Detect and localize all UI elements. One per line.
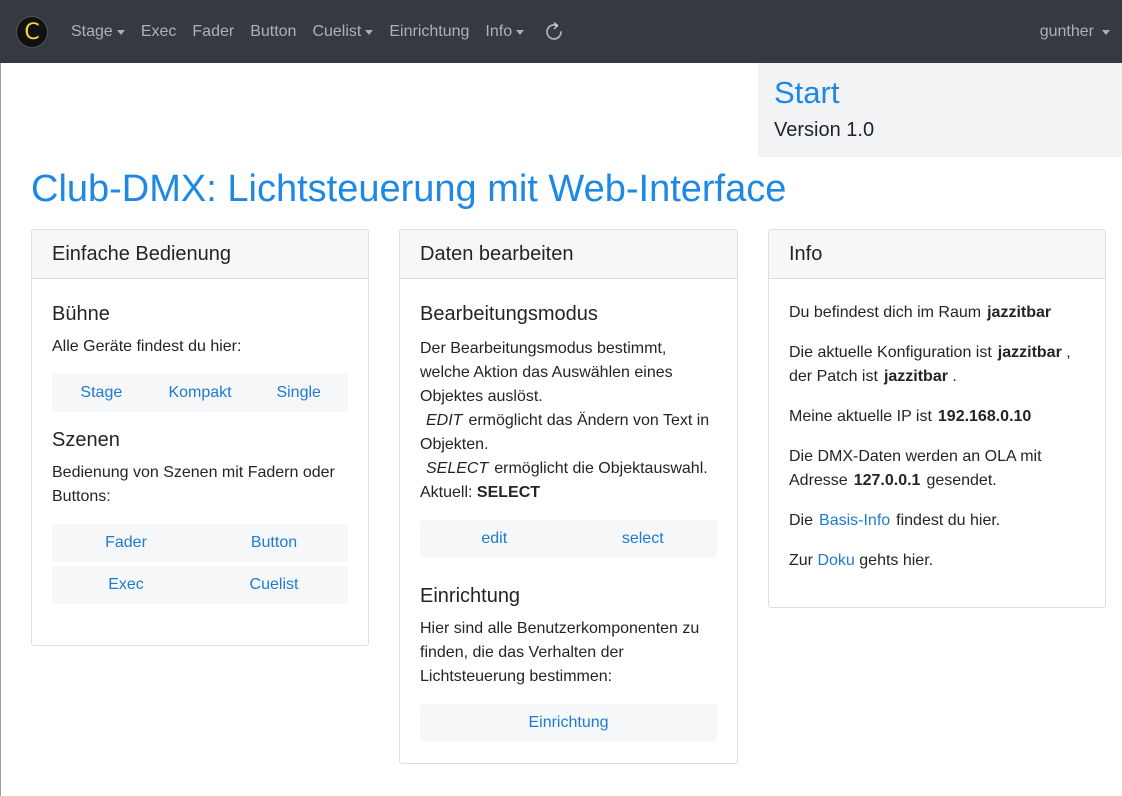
room-info: Du befindest dich im Raum jazzitbar xyxy=(789,301,1085,325)
scenes-text: Bedienung von Szenen mit Fadern oder But… xyxy=(52,464,335,505)
doku-line: Zur Doku gehts hier. xyxy=(789,549,1085,573)
top-navbar: C Stage Exec Fader Button Cuelist Einric… xyxy=(0,0,1122,63)
exec-link[interactable]: Exec xyxy=(52,573,200,597)
mode-text: Der Bearbeitungsmodus bestimmt, welche A… xyxy=(420,340,673,405)
caret-down-icon xyxy=(1102,30,1110,35)
jumbotron-title: Start xyxy=(774,75,840,110)
current-mode-value: SELECT xyxy=(476,484,541,501)
window-left-border xyxy=(0,63,1,796)
nav-item-stage[interactable]: Stage xyxy=(63,0,133,63)
edit-mode-button[interactable]: edit xyxy=(420,527,569,551)
nav-label: Button xyxy=(250,22,297,40)
mode-button-group: edit select xyxy=(420,520,717,558)
nav-item-cuelist[interactable]: Cuelist xyxy=(304,0,381,63)
nav-item-info[interactable]: Info xyxy=(477,0,532,63)
refresh-icon[interactable] xyxy=(532,0,576,63)
nav-label: Exec xyxy=(140,22,177,40)
single-link[interactable]: Single xyxy=(249,381,348,405)
start-jumbotron: Start Version 1.0 xyxy=(758,63,1122,157)
stage-button-group: Stage Kompakt Single xyxy=(52,374,348,412)
card-header: Einfache Bedienung xyxy=(32,230,368,279)
caret-down-icon xyxy=(365,30,374,35)
select-description: ermöglicht die Objektauswahl. xyxy=(494,460,708,477)
setup-button-group: Einrichtung xyxy=(420,704,717,742)
ip-info: Meine aktuelle IP ist 192.168.0.10 xyxy=(789,405,1085,429)
page-title: Club-DMX: Lichtsteuerung mit Web-Interfa… xyxy=(31,168,787,210)
version-text: Version 1.0 xyxy=(774,119,875,141)
scenes-heading: Szenen xyxy=(52,429,120,451)
edit-mode-heading: Bearbeitungsmodus xyxy=(420,303,598,325)
stage-heading: Bühne xyxy=(52,303,110,325)
brand-logo[interactable]: C xyxy=(16,16,48,48)
scene-button-group: Exec Cuelist xyxy=(52,566,348,604)
card-info: Info Du befindest dich im Raum jazzitbar … xyxy=(768,229,1106,608)
select-mode-button[interactable]: select xyxy=(569,527,718,551)
dmx-value: 127.0.0.1 xyxy=(853,472,921,489)
stage-link[interactable]: Stage xyxy=(52,381,151,405)
room-label: Du befindest dich im Raum xyxy=(789,304,982,321)
card-header: Info xyxy=(769,230,1105,279)
basis-info-line: Die Basis-Info findest du hier. xyxy=(789,509,1085,533)
user-name: gunther xyxy=(1039,22,1094,40)
nav-item-button[interactable]: Button xyxy=(242,0,304,63)
doku-link[interactable]: Doku xyxy=(817,552,854,569)
patch-value: jazzitbar xyxy=(883,368,948,385)
nav-label: Fader xyxy=(192,22,235,40)
caret-down-icon xyxy=(116,30,125,35)
setup-text: Hier sind alle Benutzerkomponenten zu fi… xyxy=(420,620,700,685)
fader-link[interactable]: Fader xyxy=(52,531,200,555)
edit-mode-description: Der Bearbeitungsmodus bestimmt, welche A… xyxy=(420,337,717,505)
config-info: Die aktuelle Konfiguration ist jazzitbar … xyxy=(789,341,1085,389)
current-mode-label: Aktuell: xyxy=(420,484,473,501)
cuelist-link[interactable]: Cuelist xyxy=(200,573,348,597)
nav-item-fader[interactable]: Fader xyxy=(184,0,242,63)
patch-end: . xyxy=(952,368,957,385)
nav-menu: Stage Exec Fader Button Cuelist Einricht… xyxy=(63,0,576,63)
brand-letter: C xyxy=(24,19,40,45)
nav-item-einrichtung[interactable]: Einrichtung xyxy=(381,0,477,63)
kompakt-link[interactable]: Kompakt xyxy=(151,381,250,405)
room-value: jazzitbar xyxy=(987,304,1052,321)
doku-suffix: gehts hier. xyxy=(859,552,934,569)
edit-keyword: EDIT xyxy=(426,412,463,429)
doku-prefix: Zur xyxy=(789,552,813,569)
select-keyword: SELECT xyxy=(426,460,489,477)
einrichtung-link[interactable]: Einrichtung xyxy=(420,711,717,735)
dmx-info: Die DMX-Daten werden an OLA mit Adresse 1… xyxy=(789,445,1085,493)
button-link[interactable]: Button xyxy=(200,531,348,555)
card-simple-operation: Einfache Bedienung Bühne Alle Geräte fin… xyxy=(31,229,369,646)
ip-label: Meine aktuelle IP ist xyxy=(789,408,932,425)
basis-suffix: findest du hier. xyxy=(896,512,1001,529)
config-label: Die aktuelle Konfiguration ist xyxy=(789,344,992,361)
patch-label: der Patch ist xyxy=(789,368,878,385)
edit-description: ermöglicht das Ändern von Text in Objekt… xyxy=(420,412,710,453)
config-separator: , xyxy=(1066,344,1071,361)
nav-label: Info xyxy=(485,22,513,40)
basis-prefix: Die xyxy=(789,512,814,529)
scene-button-group: Fader Button xyxy=(52,524,348,562)
setup-heading: Einrichtung xyxy=(420,585,521,607)
card-header: Daten bearbeiten xyxy=(400,230,737,279)
user-menu[interactable]: gunther xyxy=(1040,0,1110,63)
nav-item-exec[interactable]: Exec xyxy=(133,0,185,63)
nav-label: Stage xyxy=(71,22,113,40)
card-edit-data: Daten bearbeiten Bearbeitungsmodus Der B… xyxy=(399,229,738,764)
basis-info-link[interactable]: Basis-Info xyxy=(819,512,890,529)
stage-text: Alle Geräte findest du hier: xyxy=(52,338,242,355)
nav-label: Cuelist xyxy=(312,22,362,40)
caret-down-icon xyxy=(516,30,525,35)
dmx-end: gesendet. xyxy=(926,472,997,489)
config-value: jazzitbar xyxy=(997,344,1062,361)
nav-label: Einrichtung xyxy=(389,22,470,40)
refresh-icon-svg xyxy=(546,21,562,40)
ip-value: 192.168.0.10 xyxy=(937,408,1032,425)
